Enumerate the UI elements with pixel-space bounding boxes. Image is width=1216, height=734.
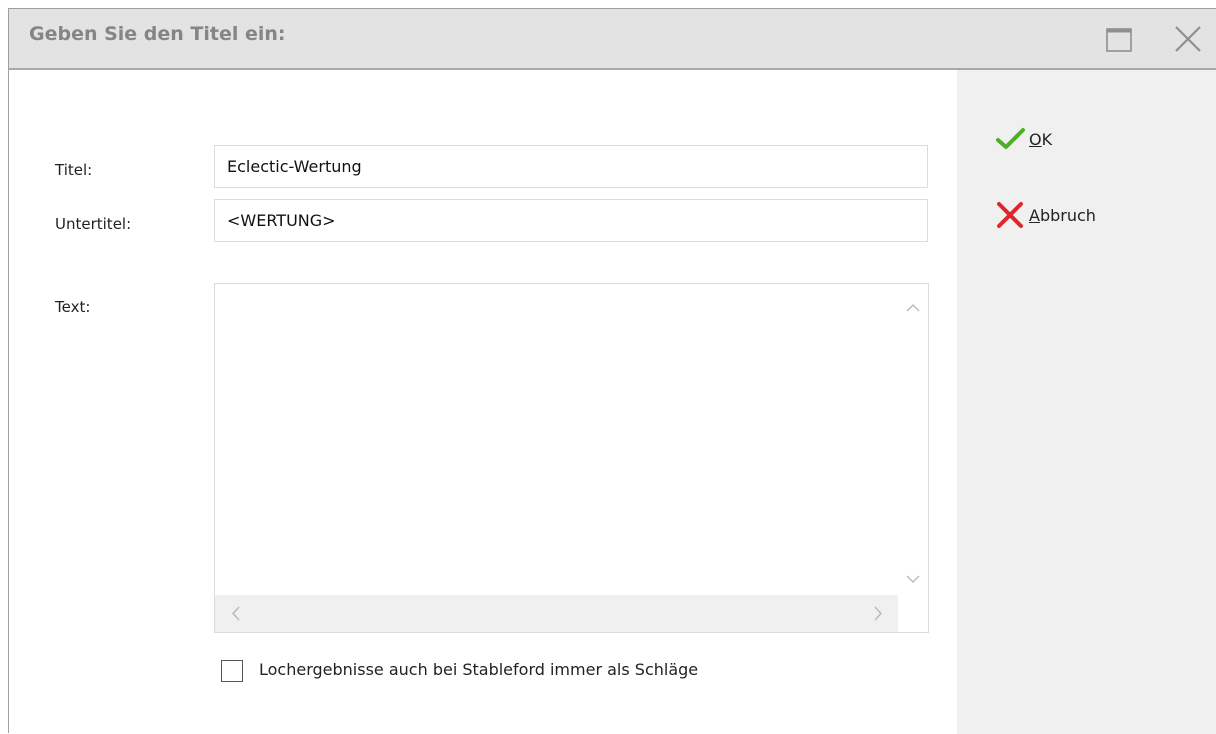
vertical-scrollbar[interactable]: [898, 284, 928, 594]
title-bar[interactable]: Geben Sie den Titel ein:: [9, 9, 1216, 70]
scroll-down-icon[interactable]: [898, 564, 928, 594]
untertitel-input[interactable]: [214, 199, 928, 242]
titel-label: Titel:: [55, 161, 93, 179]
x-icon: [995, 199, 1029, 231]
close-icon: [1175, 26, 1201, 52]
scroll-up-icon[interactable]: [898, 292, 928, 322]
action-panel: OK Abbruch: [957, 70, 1216, 734]
horizontal-scrollbar[interactable]: [215, 595, 898, 632]
dialog-window: Geben Sie den Titel ein: Titel: Untertit…: [8, 8, 1216, 734]
scroll-left-icon[interactable]: [221, 595, 251, 632]
checkmark-icon: [995, 123, 1029, 155]
scrollbar-corner: [898, 595, 928, 632]
text-area[interactable]: [214, 283, 929, 633]
close-button[interactable]: [1171, 23, 1205, 57]
form-area: Titel: Untertitel: Text:: [9, 70, 957, 734]
stableford-checkbox-label[interactable]: Lochergebnisse auch bei Stableford immer…: [259, 660, 698, 679]
cancel-button[interactable]: Abbruch: [995, 199, 1096, 231]
window-title: Geben Sie den Titel ein:: [29, 23, 286, 45]
ok-button[interactable]: OK: [995, 123, 1052, 155]
ok-label: OK: [1029, 129, 1053, 149]
cancel-label: Abbruch: [1029, 205, 1096, 225]
text-label: Text:: [55, 298, 91, 316]
maximize-button[interactable]: [1103, 23, 1137, 57]
stableford-checkbox[interactable]: [221, 660, 243, 682]
maximize-icon: [1106, 28, 1132, 52]
titel-input[interactable]: [214, 145, 928, 188]
untertitel-label: Untertitel:: [55, 215, 132, 233]
scroll-right-icon[interactable]: [863, 595, 893, 632]
